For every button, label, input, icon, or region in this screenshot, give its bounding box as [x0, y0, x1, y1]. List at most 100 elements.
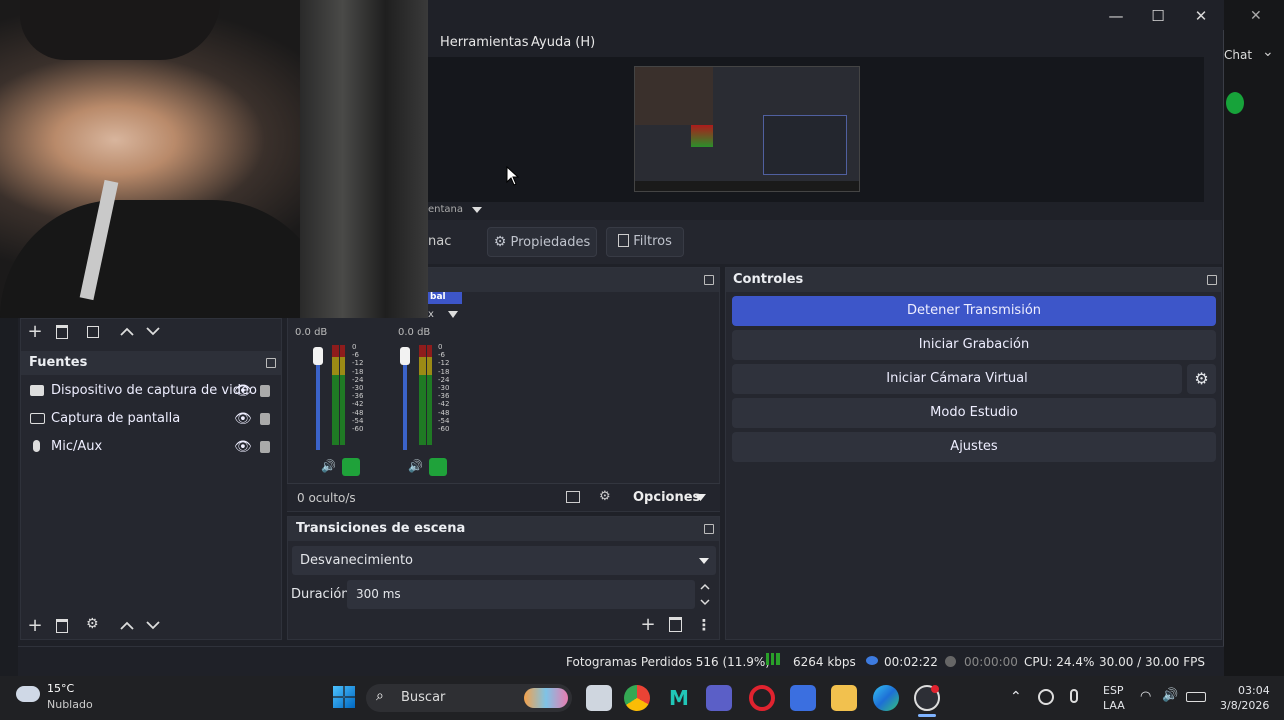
windows-start-icon[interactable] [333, 686, 355, 708]
sync-icon[interactable] [1038, 689, 1054, 705]
arrow-down-icon[interactable] [146, 621, 160, 630]
arrow-up-icon[interactable] [120, 621, 134, 630]
source-label: Mic/Aux [51, 439, 103, 454]
eye-icon[interactable]: 👁 [234, 434, 252, 460]
language[interactable]: ESP [1103, 684, 1124, 697]
teams-icon[interactable] [706, 685, 732, 711]
settings-button[interactable]: Ajustes [732, 432, 1216, 462]
stepper-icon[interactable] [699, 583, 711, 607]
start-virtual-camera-button[interactable]: Iniciar Cámara Virtual [732, 364, 1182, 394]
minimize-button[interactable]: — [1104, 6, 1128, 26]
caret-down-icon[interactable] [695, 494, 706, 501]
monitor-icon [30, 413, 45, 424]
microphone-icon[interactable] [1070, 689, 1078, 703]
bitrate: 6264 kbps [793, 655, 856, 669]
weather-temp[interactable]: 15°C [47, 682, 74, 695]
controls-title: Controles [726, 268, 1221, 292]
volume-fader[interactable] [403, 350, 407, 450]
sources-toolbar: + ⚙ [20, 614, 282, 640]
scale-tick: -24 [438, 375, 450, 384]
level-meter [427, 345, 432, 445]
eye-icon[interactable]: 👁 [234, 378, 252, 404]
add-scene-icon[interactable]: + [26, 323, 44, 341]
clock-time[interactable]: 03:04 [1238, 684, 1270, 697]
weather-desc[interactable]: Nublado [47, 698, 93, 711]
start-recording-button[interactable]: Iniciar Grabación [732, 330, 1216, 360]
battery-icon[interactable] [1186, 692, 1206, 702]
fader-knob[interactable] [313, 347, 323, 365]
source-row[interactable]: Dispositivo de captura de video 👁 [24, 378, 280, 404]
more-icon[interactable]: ⋮ [695, 616, 713, 634]
wifi-icon[interactable]: ◠ [1140, 689, 1151, 704]
eye-icon[interactable]: 👁 [234, 406, 252, 432]
add-transition-icon[interactable]: + [639, 616, 657, 634]
headphones-icon[interactable] [429, 458, 447, 476]
lock-icon[interactable] [260, 441, 270, 453]
scale-tick: -42 [352, 400, 364, 409]
file-explorer-icon[interactable] [831, 685, 857, 711]
options-menu[interactable]: Opciones [633, 490, 700, 505]
source-label: Captura de pantalla [51, 411, 181, 426]
cloud-icon[interactable] [16, 686, 40, 702]
scale-tick: -60 [352, 425, 364, 434]
arrow-up-icon[interactable] [120, 327, 134, 336]
caret-down-icon[interactable] [448, 311, 458, 318]
properties-button[interactable]: ⚙ Propiedades [487, 227, 597, 257]
volume-icon[interactable]: 🔊 [1162, 688, 1178, 703]
meter-scale: 0 -6 -12 -18 -24 -30 -36 -42 -48 -54 -60 [438, 343, 449, 433]
chat-label[interactable]: Chat [1224, 48, 1252, 62]
close-button[interactable]: ✕ [1189, 6, 1213, 26]
task-view-icon[interactable] [586, 685, 612, 711]
stop-streaming-button[interactable]: Detener Transmisión [732, 296, 1216, 326]
filter-icon[interactable] [87, 326, 99, 338]
dock-icon[interactable] [704, 524, 714, 534]
settings-icon[interactable]: ⚙ [599, 489, 611, 504]
level-meter [419, 345, 426, 445]
lock-icon[interactable] [260, 413, 270, 425]
layout-icon[interactable] [566, 491, 580, 503]
preview-thumbnail [634, 66, 860, 192]
filters-button[interactable]: Filtros [606, 227, 684, 257]
scenes-toolbar: + [20, 320, 282, 346]
speaker-icon[interactable]: 🔊 [321, 459, 336, 473]
scale-tick: -30 [438, 384, 450, 393]
menu-ayuda[interactable]: Ayuda (H) [531, 35, 595, 50]
dock-icon[interactable] [704, 275, 714, 285]
edge-icon[interactable] [873, 685, 899, 711]
virtual-camera-settings-icon[interactable]: ⚙ [1187, 364, 1216, 394]
studio-mode-button[interactable]: Modo Estudio [732, 398, 1216, 428]
lock-icon[interactable] [260, 385, 270, 397]
caret-down-icon[interactable] [472, 207, 482, 213]
menu-herramientas[interactable]: Herramientas [440, 35, 529, 50]
speaker-icon[interactable]: 🔊 [408, 459, 423, 473]
chevron-up-icon[interactable]: ⌃ [1010, 689, 1022, 705]
source-row[interactable]: Mic/Aux 👁 [24, 434, 280, 460]
dock-icon[interactable] [266, 358, 276, 368]
maximize-button[interactable]: ☐ [1146, 6, 1170, 26]
fader-knob[interactable] [400, 347, 410, 365]
tab-partial[interactable]: nac [428, 234, 451, 249]
roblox-icon[interactable] [790, 685, 816, 711]
transition-select[interactable]: Desvanecimiento [292, 546, 716, 575]
chevron-down-icon[interactable]: ⌄ [1262, 44, 1274, 60]
add-source-icon[interactable]: + [26, 617, 44, 635]
background-close-icon[interactable]: ✕ [1250, 8, 1262, 24]
app-m-icon[interactable]: M [666, 685, 692, 711]
clock-date[interactable]: 3/8/2026 [1220, 699, 1269, 712]
trash-icon[interactable] [669, 617, 682, 632]
search-box[interactable]: ⌕ Buscar [366, 684, 572, 712]
volume-fader[interactable] [316, 350, 320, 450]
scale-tick: -12 [352, 359, 364, 368]
chrome-icon[interactable] [624, 685, 650, 711]
trash-icon[interactable] [56, 325, 68, 339]
arrow-down-icon[interactable] [146, 327, 160, 336]
dock-icon[interactable] [1207, 275, 1217, 285]
headphones-icon[interactable] [342, 458, 360, 476]
opera-icon[interactable] [749, 685, 775, 711]
duration-input[interactable]: 300 ms [347, 580, 695, 609]
gear-icon[interactable]: ⚙ [86, 616, 99, 632]
keyboard-layout[interactable]: LAA [1103, 699, 1125, 712]
xbox-icon[interactable] [1226, 92, 1244, 114]
source-row[interactable]: Captura de pantalla 👁 [24, 406, 280, 432]
trash-icon[interactable] [56, 619, 68, 633]
